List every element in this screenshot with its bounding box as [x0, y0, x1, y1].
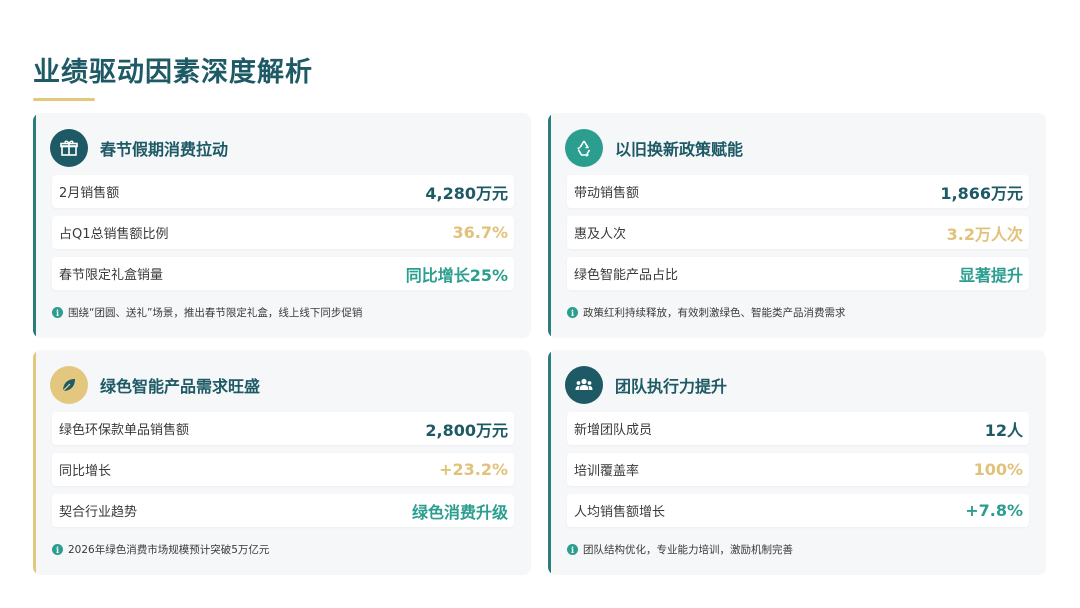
- metric-row: 春节限定礼盒销量 同比增长25%: [52, 257, 514, 290]
- note-text: 围绕“团圆、送礼”场景，推出春节限定礼盒，线上线下同步促销: [68, 307, 363, 319]
- metric-row: 契合行业趋势 绿色消费升级: [52, 494, 514, 527]
- metric-label: 带动销售额: [574, 186, 640, 201]
- metric-label: 惠及人次: [574, 227, 627, 242]
- metric-value: 绿色消费升级: [411, 502, 508, 522]
- metric-value: 4,280万元: [425, 183, 508, 203]
- metric-label: 绿色环保款单品销售额: [59, 423, 190, 438]
- metric-label: 2月销售额: [59, 186, 120, 201]
- metric-label: 绿色智能产品占比: [574, 268, 679, 283]
- metric-value: 3.2万人次: [946, 224, 1023, 244]
- metric-row: 2月销售额 4,280万元: [52, 175, 514, 208]
- card-note: i 围绕“团圆、送礼”场景，推出春节限定礼盒，线上线下同步促销: [52, 305, 362, 320]
- info-icon: i: [52, 307, 63, 318]
- metric-value: +23.2%: [439, 460, 508, 479]
- card-title: 以旧换新政策赋能: [615, 140, 744, 159]
- metric-row: 新增团队成员 12人: [567, 412, 1029, 445]
- card-note: i 2026年绿色消费市场规模预计突破5万亿元: [52, 542, 269, 557]
- metric-row: 同比增长 +23.2%: [52, 453, 514, 486]
- card-header: 绿色智能产品需求旺盛: [50, 366, 260, 404]
- note-text: 团队结构优化，专业能力培训，激励机制完善: [583, 544, 793, 556]
- metric-label: 培训覆盖率: [574, 464, 640, 479]
- metric-label: 春节限定礼盒销量: [59, 268, 164, 283]
- note-text: 政策红利持续释放，有效刺激绿色、智能类产品消费需求: [583, 307, 846, 319]
- metric-row: 人均销售额增长 +7.8%: [567, 494, 1029, 527]
- card-header: 春节假期消费拉动: [50, 129, 228, 167]
- title-underline: [33, 98, 95, 101]
- card-accent-bar: [548, 350, 551, 575]
- metric-list: 带动销售额 1,866万元 惠及人次 3.2万人次 绿色智能产品占比 显著提升: [567, 175, 1029, 298]
- metric-list: 绿色环保款单品销售额 2,800万元 同比增长 +23.2% 契合行业趋势 绿色…: [52, 412, 514, 535]
- card-green-smart-products: 绿色智能产品需求旺盛 绿色环保款单品销售额 2,800万元 同比增长 +23.2…: [33, 350, 531, 575]
- info-icon: i: [52, 544, 63, 555]
- card-title: 团队执行力提升: [615, 377, 728, 396]
- info-icon: i: [567, 544, 578, 555]
- card-title: 绿色智能产品需求旺盛: [100, 377, 261, 396]
- page-title: 业绩驱动因素深度解析: [33, 57, 313, 88]
- card-trade-in-policy: 以旧换新政策赋能 带动销售额 1,866万元 惠及人次 3.2万人次 绿色智能产…: [548, 113, 1046, 338]
- card-header: 团队执行力提升: [565, 366, 727, 404]
- card-title: 春节假期消费拉动: [100, 140, 229, 159]
- card-team-execution: 团队执行力提升 新增团队成员 12人 培训覆盖率 100% 人均销售额增长 +7…: [548, 350, 1046, 575]
- metric-value: 1,866万元: [940, 183, 1023, 203]
- card-header: 以旧换新政策赋能: [565, 129, 743, 167]
- metric-row: 惠及人次 3.2万人次: [567, 216, 1029, 249]
- metric-value: +7.8%: [965, 501, 1023, 520]
- info-icon: i: [567, 307, 578, 318]
- card-spring-festival: 春节假期消费拉动 2月销售额 4,280万元 占Q1总销售额比例 36.7% 春…: [33, 113, 531, 338]
- metric-label: 新增团队成员: [574, 423, 653, 438]
- card-accent-bar: [33, 350, 36, 575]
- metric-value: 100%: [973, 460, 1023, 479]
- metric-row: 绿色智能产品占比 显著提升: [567, 257, 1029, 290]
- metric-label: 人均销售额增长: [574, 505, 666, 520]
- card-note: i 政策红利持续释放，有效刺激绿色、智能类产品消费需求: [567, 305, 846, 320]
- metric-label: 同比增长: [59, 464, 112, 479]
- metric-row: 绿色环保款单品销售额 2,800万元: [52, 412, 514, 445]
- metric-value: 36.7%: [452, 223, 508, 242]
- metric-label: 占Q1总销售额比例: [59, 227, 169, 242]
- leaf-icon: [50, 366, 88, 404]
- metric-list: 2月销售额 4,280万元 占Q1总销售额比例 36.7% 春节限定礼盒销量 同…: [52, 175, 514, 298]
- metric-value: 12人: [984, 420, 1023, 440]
- metric-row: 带动销售额 1,866万元: [567, 175, 1029, 208]
- note-text: 2026年绿色消费市场规模预计突破5万亿元: [68, 544, 270, 556]
- team-icon: [565, 366, 603, 404]
- metric-value: 2,800万元: [425, 420, 508, 440]
- card-accent-bar: [33, 113, 36, 338]
- metric-value: 显著提升: [958, 265, 1023, 285]
- metric-row: 培训覆盖率 100%: [567, 453, 1029, 486]
- card-accent-bar: [548, 113, 551, 338]
- metric-row: 占Q1总销售额比例 36.7%: [52, 216, 514, 249]
- card-note: i 团队结构优化，专业能力培训，激励机制完善: [567, 542, 793, 557]
- metric-list: 新增团队成员 12人 培训覆盖率 100% 人均销售额增长 +7.8%: [567, 412, 1029, 535]
- recycle-icon: [565, 129, 603, 167]
- gift-icon: [50, 129, 88, 167]
- metric-label: 契合行业趋势: [59, 505, 138, 520]
- metric-value: 同比增长25%: [405, 265, 508, 285]
